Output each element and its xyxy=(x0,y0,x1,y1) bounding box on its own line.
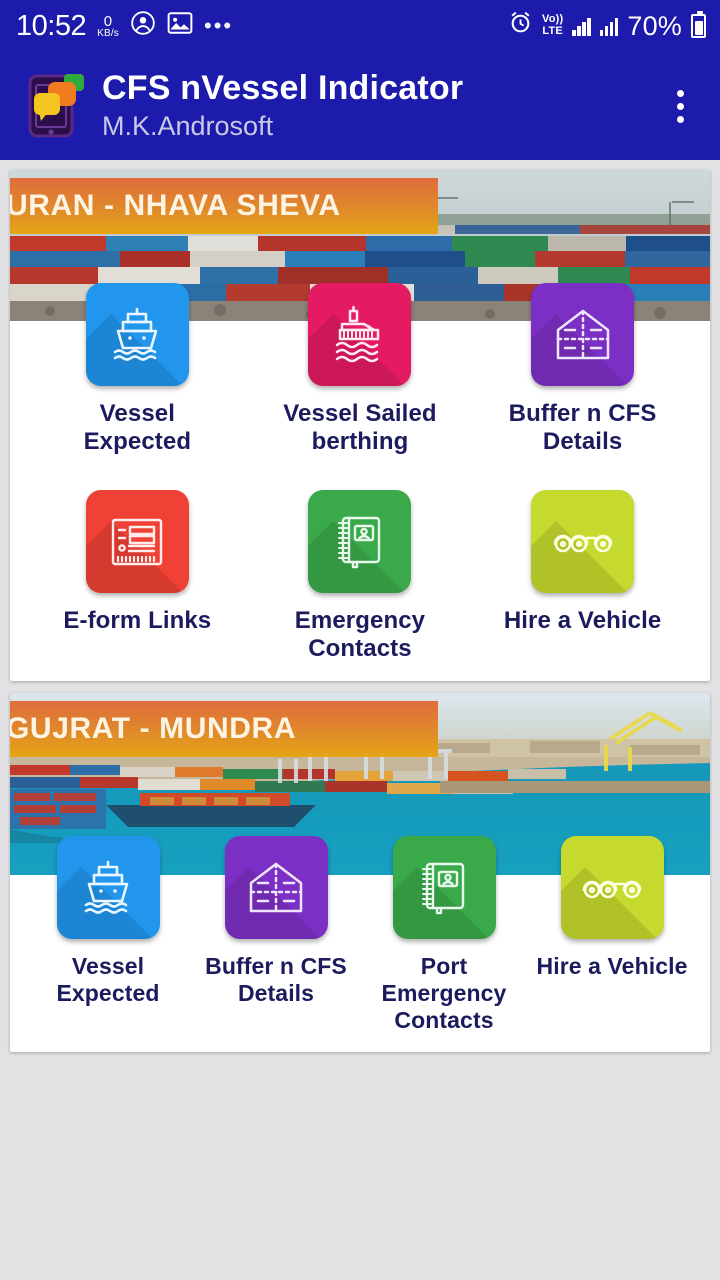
tile-label: Vessel Expected xyxy=(56,953,159,1007)
tile-label-line1: Port Emergency xyxy=(381,953,507,1007)
cards-scroll-area[interactable]: URAN - NHAVA SHEVA Vessel Expected Vesse… xyxy=(0,160,720,1280)
tile-icon-box[interactable] xyxy=(560,836,664,940)
tile-grid: Vessel Expected xyxy=(10,836,710,1052)
tile-label: Vessel Expected xyxy=(84,400,192,456)
network-speed-indicator: 0 KB/s xyxy=(97,14,119,39)
tile-vessel-expected[interactable]: Vessel Expected xyxy=(24,836,192,1034)
volte-icon: Vo)) LTE xyxy=(541,13,564,37)
network-speed-unit: KB/s xyxy=(97,27,119,39)
tile-emergency-contacts[interactable]: Emergency Contacts xyxy=(249,490,472,663)
page-title: CFS nVessel Indicator xyxy=(102,68,464,107)
tile-label: E-form Links xyxy=(63,607,211,635)
tile-buffer-n-cfs-details[interactable]: Buffer n CFS Details xyxy=(471,283,694,456)
tile-label-line1: Vessel xyxy=(71,953,145,980)
signal-bars-sim1-icon xyxy=(572,17,591,36)
tile-row: Vessel Expected xyxy=(10,283,710,456)
account-circle-icon xyxy=(130,10,156,43)
card-banner: GUJRAT - MUNDRA xyxy=(10,701,438,758)
network-speed-value: 0 xyxy=(103,12,113,30)
tile-buffer-n-cfs-details[interactable]: Buffer n CFS Details xyxy=(192,836,360,1034)
tile-label-line2: Expected xyxy=(56,980,160,1007)
tile-icon-box[interactable] xyxy=(308,490,412,594)
warehouse-icon xyxy=(249,862,303,913)
tile-label-line1: Hire a Vehicle xyxy=(503,607,662,635)
vessel-front-icon xyxy=(114,307,158,361)
tile-hire-a-vehicle[interactable]: Hire a Vehicle xyxy=(528,836,696,1034)
vehicle-axle-icon xyxy=(553,534,612,552)
app-subtitle: M.K.Androsoft xyxy=(102,110,274,141)
tile-row: E-form Links Emergency Contacts Hire a V… xyxy=(10,490,710,663)
vessel-front-icon xyxy=(84,860,129,914)
tile-e-form-links[interactable]: E-form Links xyxy=(26,490,249,663)
tile-label-line2: berthing xyxy=(311,428,409,456)
tile-label-line1: Buffer n CFS xyxy=(508,400,657,427)
tile-row: Vessel Expected xyxy=(10,836,710,1034)
tile-label-line2: Details xyxy=(237,980,315,1007)
vessel-side-icon xyxy=(335,305,380,362)
tile-hire-a-vehicle[interactable]: Hire a Vehicle xyxy=(471,490,694,663)
tile-label-line1: Emergency xyxy=(294,607,426,635)
tile-grid: Vessel Expected xyxy=(10,283,710,681)
eform-icon xyxy=(112,518,163,565)
tile-label: Port Emergency Contacts xyxy=(360,953,528,1034)
vehicle-axle-icon xyxy=(582,880,642,899)
tile-vessel-expected[interactable]: Vessel Expected xyxy=(26,283,249,456)
tile-label-line1: E-form Links xyxy=(63,607,212,635)
tile-icon-box[interactable] xyxy=(224,836,328,940)
tile-label-line1: Vessel xyxy=(99,400,175,427)
tile-label: Buffer n CFS Details xyxy=(205,953,347,1007)
tile-icon-box[interactable] xyxy=(56,836,160,940)
signal-bars-sim2-icon xyxy=(599,17,619,36)
tile-port-emergency-contacts[interactable]: Port Emergency Contacts xyxy=(360,836,528,1034)
tile-vessel-sailed-berthing[interactable]: Vessel Sailed berthing xyxy=(249,283,472,456)
tile-icon-box[interactable] xyxy=(392,836,496,940)
tile-label-line1: Buffer n CFS xyxy=(205,953,347,980)
tile-icon-box[interactable] xyxy=(531,490,635,594)
tile-label-line1: Hire a Vehicle xyxy=(536,953,688,980)
tile-label: Buffer n CFS Details xyxy=(509,400,657,456)
app-logo-icon xyxy=(26,72,88,140)
tile-label: Vessel Sailed berthing xyxy=(283,400,436,456)
tile-label-line2: Details xyxy=(542,428,623,456)
port-card-uran-nhava-sheva[interactable]: URAN - NHAVA SHEVA Vessel Expected Vesse… xyxy=(10,170,710,682)
port-card-gujrat-mundra[interactable]: GUJRAT - MUNDRA Vessel Expected Buffer n… xyxy=(10,693,710,1053)
tile-label: Emergency Contacts xyxy=(295,607,425,663)
battery-icon xyxy=(691,11,706,38)
tile-label: Hire a Vehicle xyxy=(504,607,662,635)
tile-icon-box[interactable] xyxy=(531,283,635,386)
warehouse-icon xyxy=(556,309,609,359)
tile-label-line2: Contacts xyxy=(394,1007,494,1034)
battery-percent-label: 70% xyxy=(627,10,682,41)
status-clock: 10:52 xyxy=(16,9,87,42)
tile-icon-box[interactable] xyxy=(85,283,189,386)
more-horizontal-icon: ••• xyxy=(204,13,234,38)
contact-book-icon xyxy=(422,862,465,915)
tile-label: Hire a Vehicle xyxy=(537,953,688,980)
tile-label-line2: Expected xyxy=(83,428,192,456)
tile-icon-box[interactable] xyxy=(308,283,412,386)
contact-book-icon xyxy=(337,516,381,568)
card-banner-title: URAN - NHAVA SHEVA xyxy=(10,189,341,222)
status-bar: 10:52 0 KB/s ••• Vo)) LTE 70% xyxy=(0,0,720,52)
alarm-icon xyxy=(508,10,533,42)
card-banner-title: GUJRAT - MUNDRA xyxy=(10,712,297,746)
tile-label-line2: Contacts xyxy=(308,635,412,663)
card-banner: URAN - NHAVA SHEVA xyxy=(10,178,438,234)
tile-label-line1: Vessel Sailed xyxy=(283,400,437,427)
image-icon xyxy=(167,11,193,42)
tile-icon-box[interactable] xyxy=(85,490,189,594)
app-bar: CFS nVessel Indicator M.K.Androsoft xyxy=(0,52,720,160)
overflow-menu-icon[interactable] xyxy=(658,89,702,123)
